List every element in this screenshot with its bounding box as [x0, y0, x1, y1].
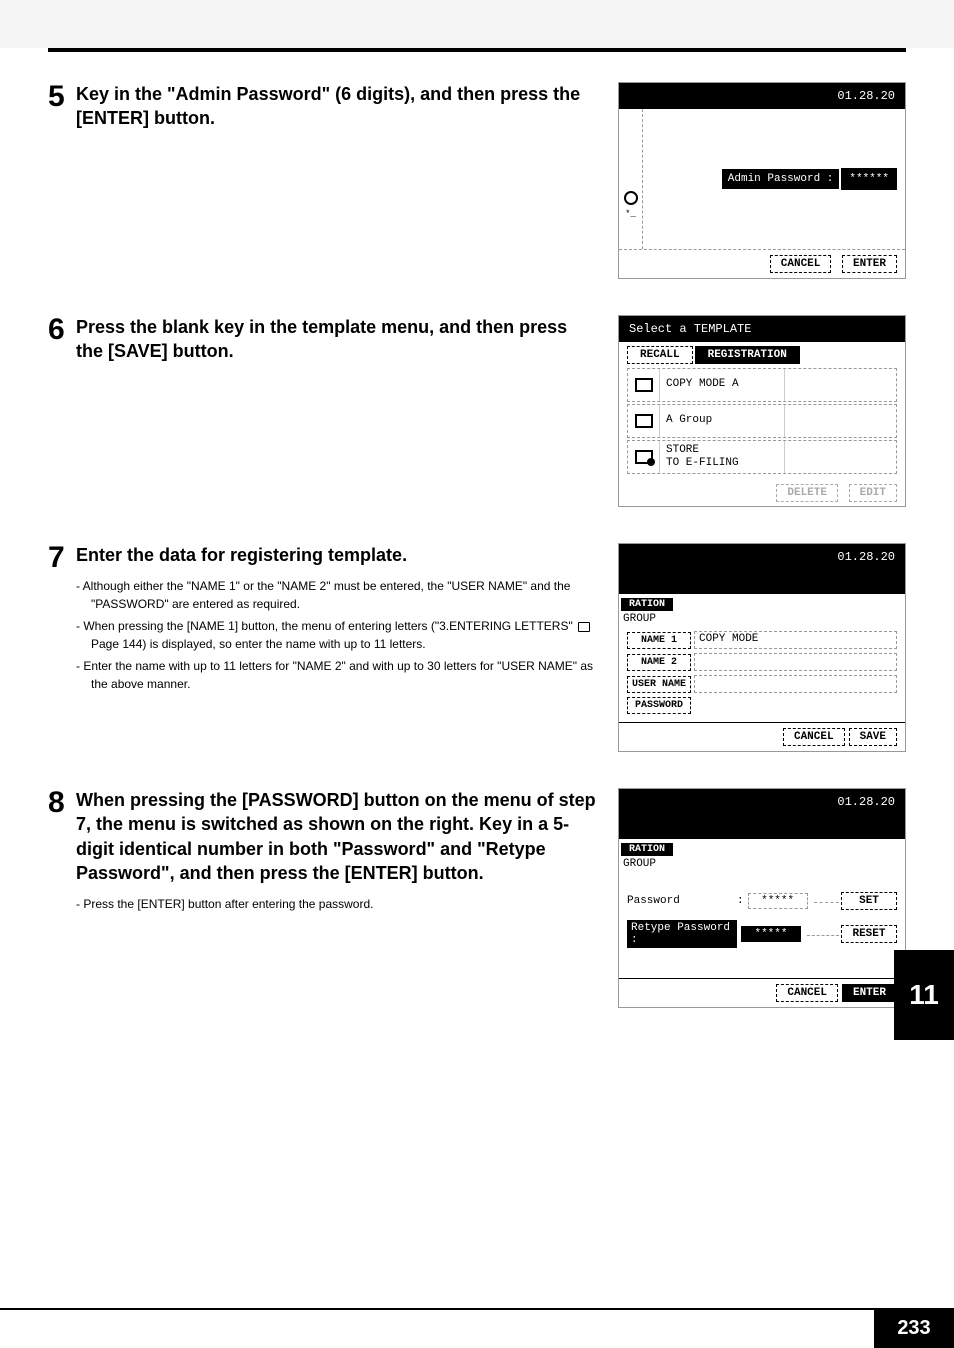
status-icon	[624, 191, 638, 205]
password-button[interactable]: PASSWORD	[627, 697, 691, 714]
screen5-timestamp: 01.28.20	[619, 83, 905, 109]
username-field[interactable]	[694, 675, 897, 693]
username-button[interactable]: USER NAME	[627, 676, 691, 693]
step7-bullet-1: Although either the "NAME 1" or the "NAM…	[76, 577, 598, 613]
name1-field[interactable]: COPY MODE	[694, 631, 897, 649]
screen6-header: Select a TEMPLATE	[619, 316, 905, 342]
admin-password-label: Admin Password :	[722, 169, 840, 189]
screen6-footer: DELETE EDIT	[619, 480, 905, 506]
step7-bullet-2: When pressing the [NAME 1] button, the m…	[76, 617, 598, 653]
screen-template-menu: Select a TEMPLATE RECALL REGISTRATION CO…	[618, 315, 906, 507]
step-number-6: 6	[48, 315, 76, 345]
screen-admin-password: 01.28.20 *_ Admin Password : ****** CANC…	[618, 82, 906, 279]
step-number-7: 7	[48, 543, 76, 573]
screen8-footer: CANCEL ENTER	[619, 978, 905, 1007]
book-icon	[578, 622, 590, 632]
template-icon	[635, 378, 653, 392]
step7-bullet-3: Enter the name with up to 11 letters for…	[76, 657, 598, 693]
name2-field[interactable]	[694, 653, 897, 671]
screen7-timestamp: 01.28.20	[619, 544, 905, 594]
delete-button[interactable]: DELETE	[776, 484, 838, 502]
page-number: 233	[874, 1308, 954, 1348]
retype-password-label: Retype Password :	[627, 920, 737, 948]
password-field[interactable]: *****	[748, 893, 808, 909]
template-icon	[635, 414, 653, 428]
enter-button[interactable]: ENTER	[842, 984, 897, 1002]
reset-button[interactable]: RESET	[841, 925, 897, 943]
step8-bullet-1: Press the [ENTER] button after entering …	[76, 895, 598, 913]
set-button[interactable]: SET	[841, 892, 897, 910]
template-label-3: STORE TO E-FILING	[660, 441, 785, 473]
group-label: GROUP	[619, 856, 905, 872]
screen-password-set: 01.28.20 RATION GROUP Password : ***** S…	[618, 788, 906, 1008]
password-label: Password	[627, 895, 737, 907]
screen7-footer: CANCEL SAVE	[619, 722, 905, 751]
template-label-1: COPY MODE A	[660, 369, 785, 401]
enter-button[interactable]: ENTER	[842, 255, 897, 273]
cancel-button[interactable]: CANCEL	[776, 984, 838, 1002]
screen-registration: 01.28.20 RATION GROUP NAME 1 COPY MODE N…	[618, 543, 906, 752]
step-title-7: Enter the data for registering template.	[76, 543, 598, 567]
step-title-8: When pressing the [PASSWORD] button on t…	[76, 788, 598, 885]
template-row-2[interactable]: A Group	[627, 404, 897, 438]
edit-button[interactable]: EDIT	[849, 484, 897, 502]
admin-password-field[interactable]: ******	[841, 168, 897, 190]
tab-ration[interactable]: RATION	[621, 843, 673, 856]
screen8-timestamp: 01.28.20	[619, 789, 905, 839]
step-title-6: Press the blank key in the template menu…	[76, 315, 598, 364]
retype-password-field[interactable]: *****	[741, 926, 801, 942]
template-icon	[635, 450, 653, 464]
step-title-5: Key in the "Admin Password" (6 digits), …	[76, 82, 598, 131]
step-number-8: 8	[48, 788, 76, 818]
screen5-footer: CANCEL ENTER	[619, 249, 905, 278]
name2-button[interactable]: NAME 2	[627, 654, 691, 671]
status-text: *_	[625, 209, 636, 219]
template-label-2: A Group	[660, 405, 785, 437]
chapter-tab: 11	[894, 950, 954, 1040]
tab-registration[interactable]: REGISTRATION	[695, 346, 800, 364]
cancel-button[interactable]: CANCEL	[770, 255, 832, 273]
name1-button[interactable]: NAME 1	[627, 632, 691, 649]
tab-ration[interactable]: RATION	[621, 598, 673, 611]
template-row-3[interactable]: STORE TO E-FILING	[627, 440, 897, 474]
step-number-5: 5	[48, 82, 76, 112]
separator: :	[737, 895, 744, 907]
group-label: GROUP	[619, 611, 905, 627]
tab-recall[interactable]: RECALL	[627, 346, 693, 364]
save-button[interactable]: SAVE	[849, 728, 897, 746]
template-row-1[interactable]: COPY MODE A	[627, 368, 897, 402]
cancel-button[interactable]: CANCEL	[783, 728, 845, 746]
